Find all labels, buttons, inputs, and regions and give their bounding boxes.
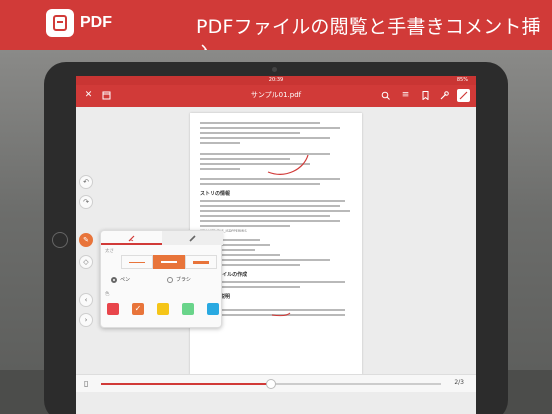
eraser-tool-button[interactable]: ◇ [79, 255, 93, 269]
next-page-button[interactable]: › [79, 313, 93, 327]
status-bar: 20:39 85% [76, 76, 476, 85]
pen-tab[interactable] [101, 231, 162, 245]
camera-icon [272, 67, 277, 72]
pdf-logo-icon [53, 15, 67, 31]
promo-banner: PDF PDFファイルの閲覧と手書きコメント挿入 [0, 0, 552, 65]
color-swatch-red[interactable] [107, 303, 119, 315]
pen-type-label: ペン [120, 277, 131, 283]
tablet-frame: 20:39 85% ✕ サンプル01.pdf ≡ ストリの情報 KEY_USE_… [44, 62, 508, 414]
pen-tool-button[interactable]: ✎ [79, 233, 93, 247]
page-slider-fill [101, 383, 271, 385]
document-viewer[interactable]: ストリの情報 KEY_USE_BLE_ISDPPERMIS BLE ファイルの作… [76, 107, 476, 389]
popup-tabs [101, 231, 223, 245]
color-label: 色 [105, 292, 110, 297]
pen-type-option[interactable]: ペン [111, 276, 130, 283]
app-bar: ✕ サンプル01.pdf ≡ [76, 85, 476, 107]
pen-icon [128, 235, 134, 242]
marker-tab[interactable] [162, 231, 223, 245]
thickness-medium[interactable] [153, 255, 185, 269]
doc-text-line [200, 127, 340, 129]
annotate-icon[interactable] [457, 89, 470, 102]
doc-text-line [200, 122, 320, 124]
pen-settings-popup: 太さ ペン ブラシ 色 ✓ [100, 230, 223, 328]
tablet-screen: 20:39 85% ✕ サンプル01.pdf ≡ ストリの情報 KEY_USE_… [76, 76, 476, 414]
color-swatches: ✓ [107, 303, 219, 315]
thickness-selector [121, 255, 217, 269]
status-battery: 85% [456, 77, 468, 83]
app-logo [46, 9, 74, 37]
color-swatch-orange[interactable]: ✓ [132, 303, 144, 315]
color-swatch-green[interactable] [182, 303, 194, 315]
marker-icon [188, 235, 196, 242]
search-icon[interactable] [379, 89, 392, 102]
home-button[interactable] [52, 232, 68, 248]
thickness-thin[interactable] [121, 255, 153, 269]
bottom-bar: ▯ 2/3 [76, 374, 476, 392]
pen-radio[interactable] [111, 276, 117, 283]
tools-icon[interactable] [438, 89, 451, 102]
doc-text-line [200, 132, 300, 134]
status-time: 20:39 [268, 77, 284, 83]
redo-button[interactable]: ↷ [79, 195, 93, 209]
color-swatch-yellow[interactable] [157, 303, 169, 315]
undo-button[interactable]: ↶ [79, 175, 93, 189]
book-icon[interactable]: ▯ [84, 379, 88, 388]
brush-radio[interactable] [167, 276, 173, 283]
doc-text-line [200, 137, 330, 139]
color-swatch-blue[interactable] [207, 303, 219, 315]
handwritten-annotations [241, 154, 309, 389]
document-title: サンプル01.pdf [250, 91, 302, 99]
page-slider-knob[interactable] [266, 379, 276, 389]
list-icon[interactable]: ≡ [399, 89, 412, 102]
logo-text: PDF [80, 14, 112, 31]
brush-type-label: ブラシ [176, 277, 191, 283]
bookmark-icon[interactable] [419, 89, 432, 102]
thickness-label: 太さ [105, 249, 114, 254]
page-slider[interactable] [101, 379, 441, 389]
brush-type-option[interactable]: ブラシ [167, 276, 191, 283]
page-count: 2/3 [454, 379, 464, 386]
prev-page-button[interactable]: ‹ [79, 293, 93, 307]
thickness-thick[interactable] [185, 255, 217, 269]
